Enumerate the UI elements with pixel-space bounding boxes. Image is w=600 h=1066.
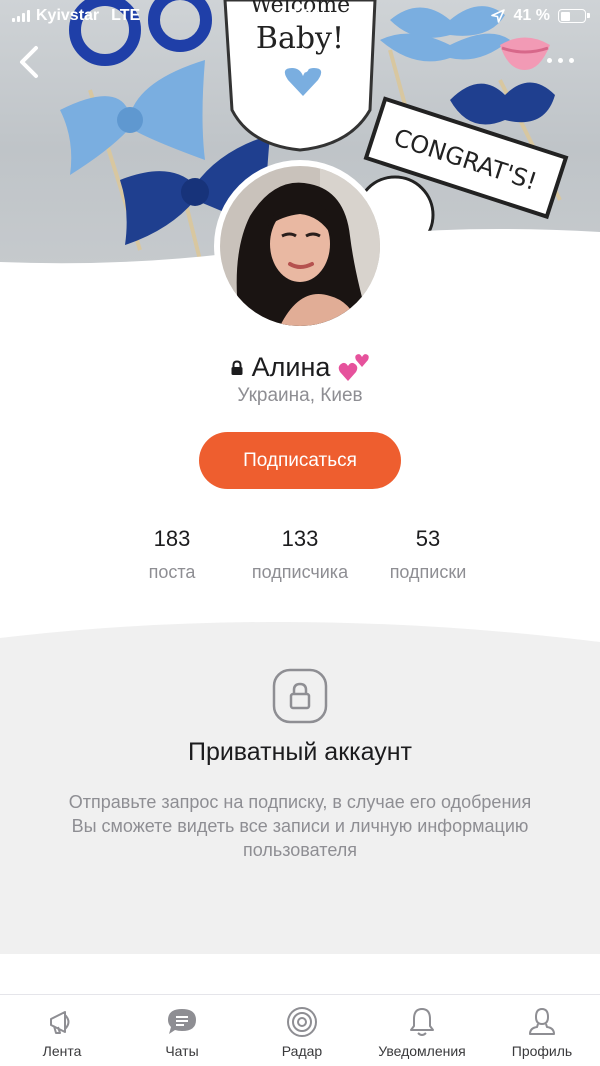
lock-icon [231, 359, 243, 375]
bell-icon [410, 1008, 434, 1036]
tab-label: Уведомления [378, 1043, 466, 1059]
profile-icon [529, 1007, 555, 1035]
avatar[interactable] [214, 160, 386, 332]
stat-label: подписки [389, 562, 467, 582]
stat-label: поста [148, 562, 196, 582]
private-account-block: Приватный аккаунт Отправьте запрос на по… [0, 620, 600, 954]
stat-value: 133 [281, 526, 319, 551]
stat-value: 183 [153, 526, 191, 551]
battery-fill [560, 11, 570, 21]
battery-percent: 41 % [513, 7, 550, 24]
private-description: Отправьте запрос на подписку, в случае е… [68, 792, 532, 860]
two-hearts-emoji-icon [339, 353, 370, 381]
tab-chats[interactable]: Чаты [122, 995, 242, 1066]
profile-name: Алина [251, 352, 331, 382]
stat-label: подписчика [251, 562, 349, 582]
stat-followers[interactable]: 133 подписчика [230, 526, 370, 583]
tab-feed[interactable]: Лента [2, 995, 122, 1066]
tab-label: Радар [281, 1043, 323, 1059]
more-options-button[interactable] [547, 50, 574, 70]
tab-radar[interactable]: Радар [242, 995, 362, 1066]
profile-location: Украина, Киев [237, 385, 363, 406]
stat-following[interactable]: 53 подписки [358, 526, 498, 583]
status-bar: Kyivstar LTE 19:30 41 % [0, 0, 600, 34]
megaphone-icon [50, 1011, 70, 1034]
more-dot-icon [547, 57, 552, 63]
private-title: Приватный аккаунт [187, 738, 413, 766]
tab-label: Чаты [165, 1043, 199, 1059]
tab-notifications[interactable]: Уведомления [362, 995, 482, 1066]
tab-label: Лента [42, 1043, 82, 1059]
more-dot-icon [558, 57, 563, 63]
more-dot-icon [569, 57, 574, 63]
nav-username: @alya9 [261, 48, 339, 73]
subscribe-button[interactable]: Подписаться [199, 432, 401, 489]
status-right: 41 % [490, 7, 590, 25]
stat-posts[interactable]: 183 поста [102, 526, 242, 583]
radar-icon [287, 1007, 317, 1037]
location-arrow-icon [490, 9, 505, 23]
profile-stats: 183 поста 133 подписчика 53 подписки [0, 526, 600, 596]
battery-icon [558, 9, 590, 23]
profile-name-row: Алина [0, 352, 600, 383]
tab-bar: Лента Чаты Радар Уведомления Профиль [0, 994, 600, 1066]
stat-value: 53 [415, 526, 441, 551]
tab-profile[interactable]: Профиль [482, 995, 600, 1066]
chat-icon [168, 1009, 196, 1034]
private-lock-icon [272, 668, 328, 724]
avatar-photo [220, 166, 380, 326]
tab-label: Профиль [511, 1043, 573, 1059]
